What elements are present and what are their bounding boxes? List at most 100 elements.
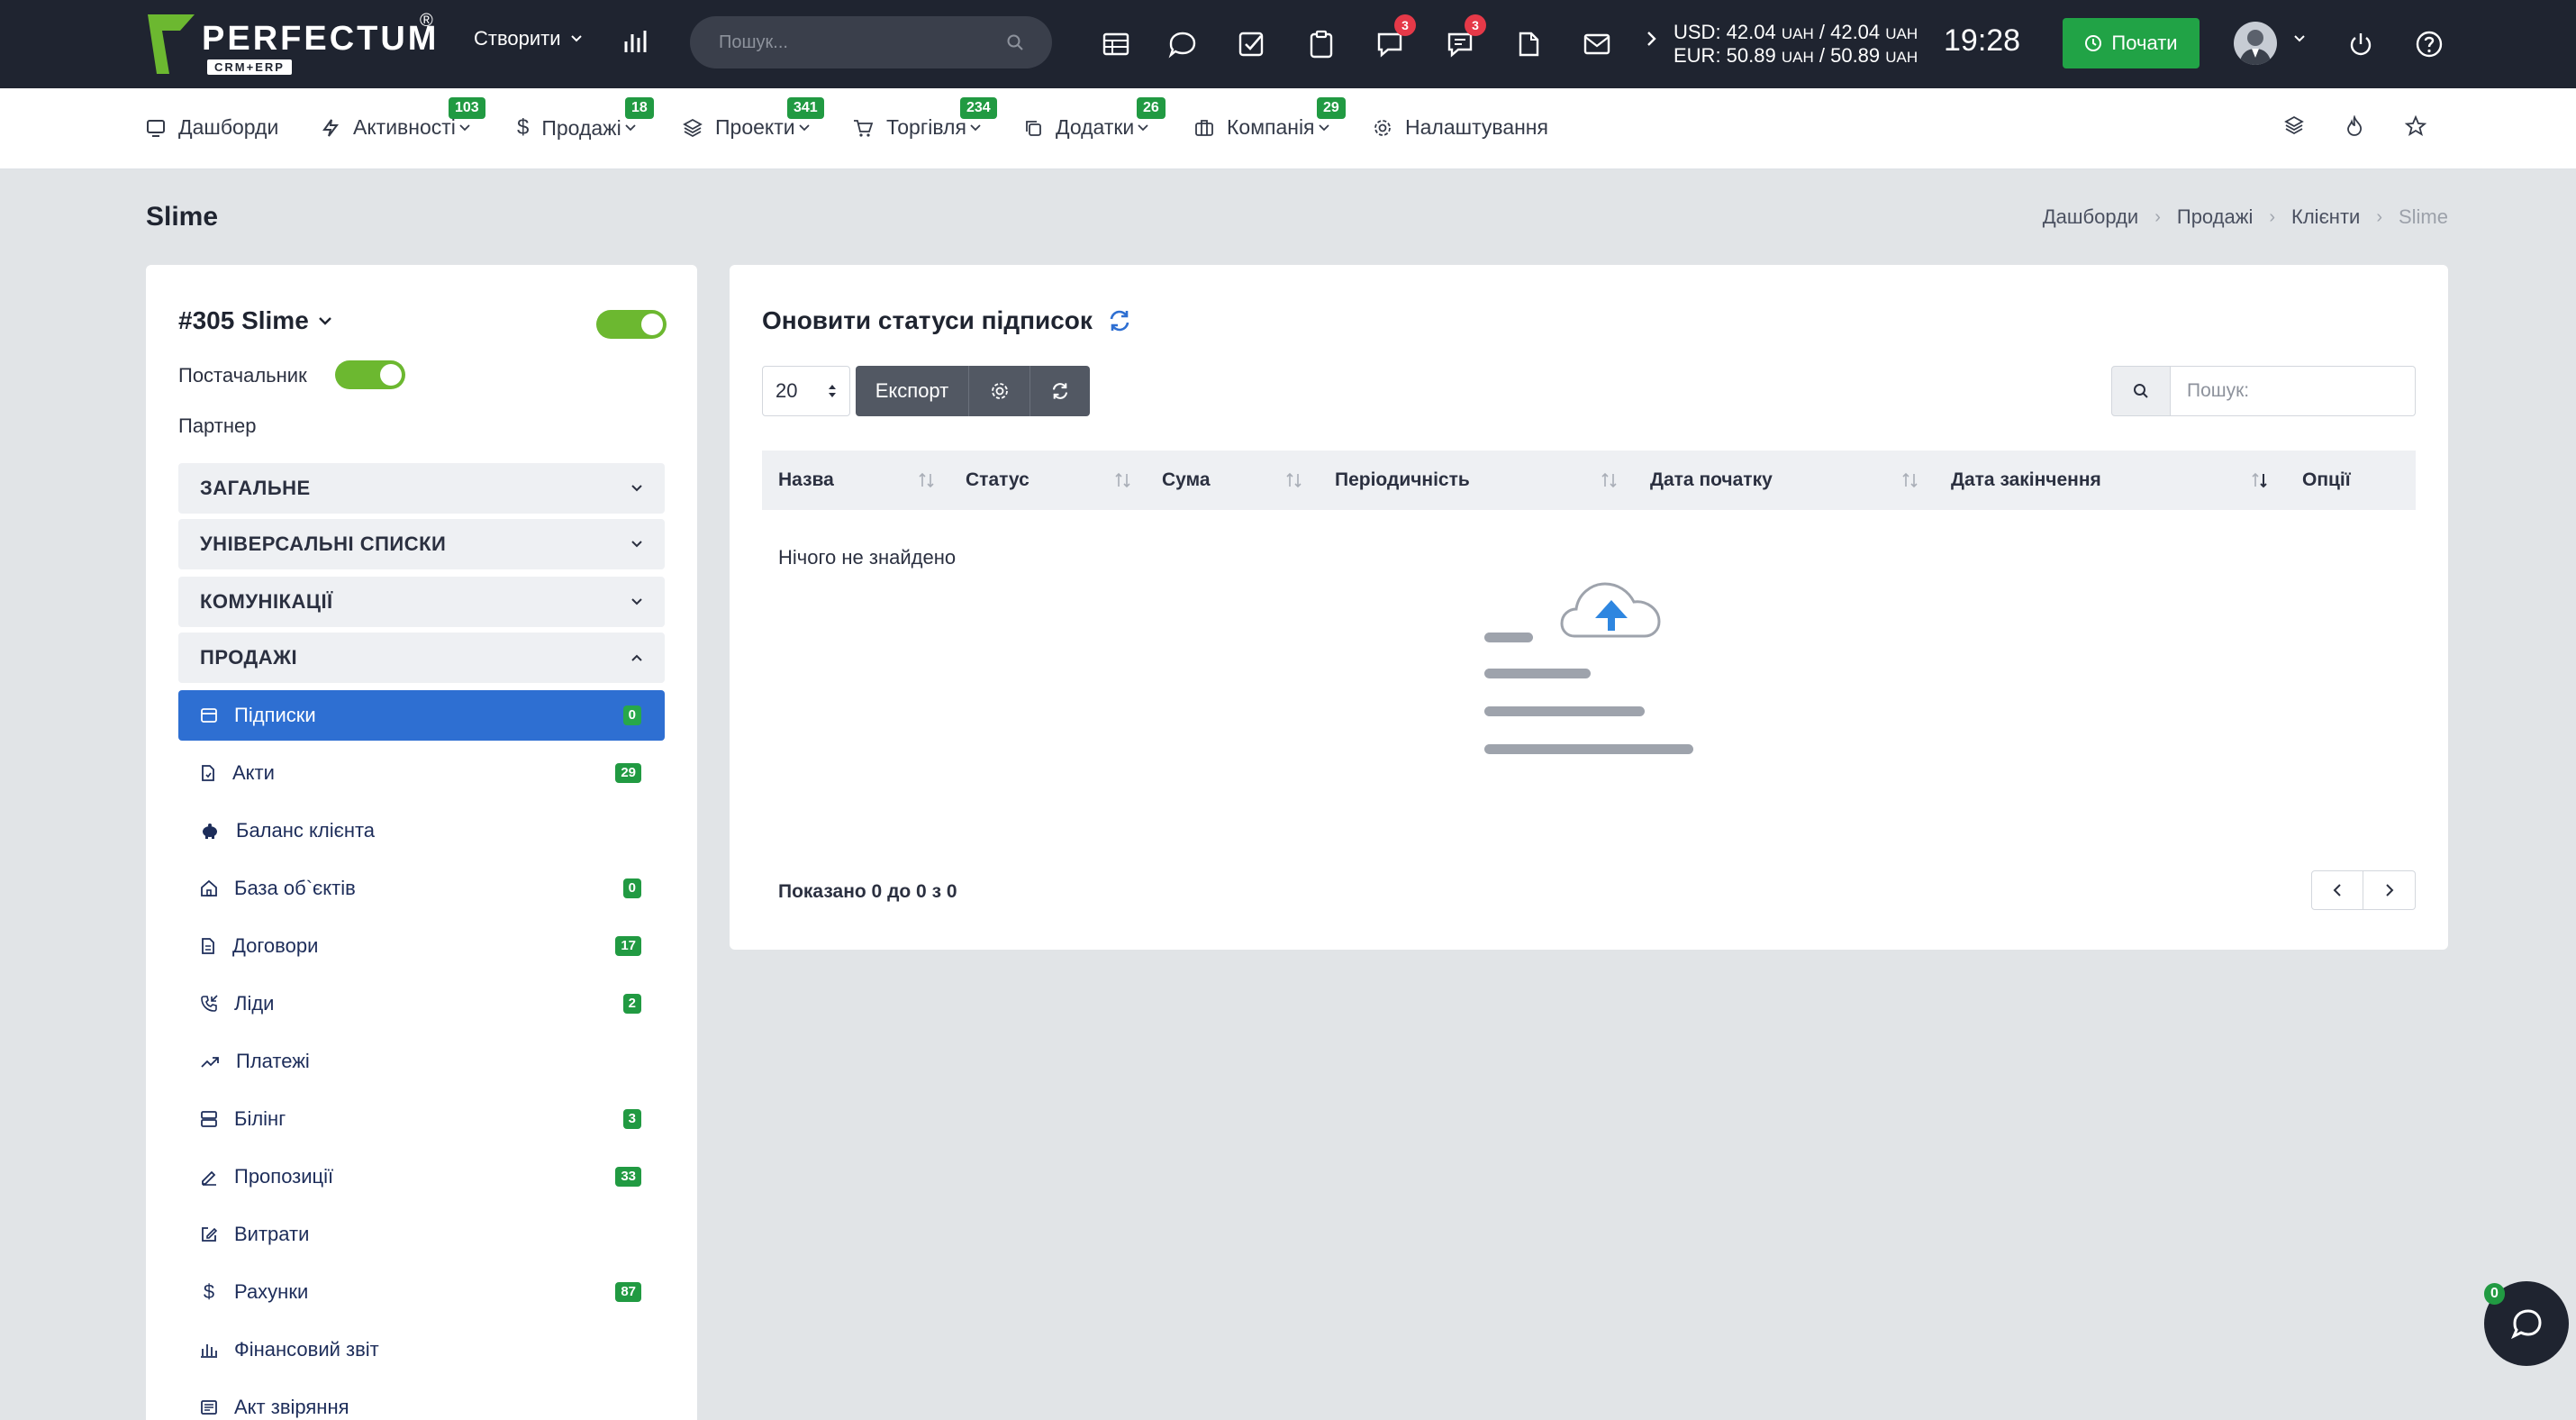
global-search-input[interactable]: Пошук... (690, 16, 1052, 68)
section-sales[interactable]: ПРОДАЖІ (178, 633, 665, 683)
chat-bubble-icon[interactable] (1166, 27, 1200, 61)
column-header-periodicity[interactable]: Періодичність (1335, 451, 1470, 510)
column-header-amount[interactable]: Сума (1162, 451, 1211, 510)
briefcase-icon (1195, 119, 1213, 136)
supplier-toggle[interactable] (335, 360, 405, 389)
nav-company[interactable]: Компанія 29 (1194, 97, 1346, 140)
dollar-icon: $ (203, 1280, 215, 1303)
column-header-end-date[interactable]: Дата закінчення (1951, 451, 2101, 510)
menu-reconciliation-act[interactable]: Акт звіряння (178, 1382, 665, 1420)
menu-financial-report[interactable]: Фінансовий звіт (178, 1324, 665, 1375)
fire-icon[interactable] (2345, 115, 2363, 137)
calendar-table-icon[interactable] (1099, 27, 1133, 61)
logo[interactable]: PERFECTUM CRM+ERP ® (144, 11, 441, 76)
menu-proposals[interactable]: Пропозиції 33 (178, 1151, 665, 1202)
nav-sales[interactable]: $ Продажі 18 (517, 97, 654, 141)
nav-label: Компанія (1227, 115, 1315, 139)
column-header-status[interactable]: Статус (966, 451, 1029, 510)
nav-label: Додатки (1056, 115, 1135, 139)
start-timer-button[interactable]: Почати (2063, 18, 2200, 68)
gear-icon (1374, 119, 1391, 136)
sort-icon[interactable] (1900, 470, 1920, 490)
page-size-select[interactable]: 20 (762, 366, 850, 416)
mail-icon[interactable] (1580, 27, 1614, 61)
panel-title-text[interactable]: Оновити статуси підписок (762, 306, 1093, 335)
chevron-down-icon (970, 123, 981, 131)
nav-projects[interactable]: Проекти 341 (683, 97, 824, 140)
menu-contracts[interactable]: Договори 17 (178, 921, 665, 971)
menu-label: Договори (232, 934, 319, 957)
nav-settings[interactable]: Налаштування (1373, 115, 1548, 140)
column-header-name[interactable]: Назва (778, 451, 834, 510)
star-icon[interactable] (2405, 115, 2426, 137)
menu-expenses[interactable]: Витрати (178, 1209, 665, 1260)
nav-label: Проекти (715, 115, 795, 139)
nav-trade[interactable]: Торгівля 234 (852, 97, 997, 140)
breadcrumb-item[interactable]: Дашборди (2043, 205, 2138, 229)
section-general[interactable]: ЗАГАЛЬНЕ (178, 463, 665, 514)
search-icon (1007, 34, 1023, 50)
menu-label: Витрати (234, 1223, 310, 1245)
avatar[interactable] (2234, 22, 2277, 65)
clipboard-icon[interactable] (1304, 27, 1338, 61)
chevron-down-icon[interactable] (2293, 34, 2306, 43)
menu-client-balance[interactable]: Баланс клієнта (178, 806, 665, 856)
create-menu-button[interactable]: Створити (474, 27, 583, 50)
column-header-start-date[interactable]: Дата початку (1650, 451, 1773, 510)
menu-payments[interactable]: Платежі (178, 1036, 665, 1087)
menu-label: Білінг (234, 1107, 286, 1130)
sort-icon[interactable] (917, 470, 937, 490)
nav-badge: 26 (1137, 97, 1166, 119)
prev-page-button[interactable] (2311, 870, 2363, 910)
client-active-toggle[interactable] (596, 310, 667, 339)
menu-billing[interactable]: Білінг 3 (178, 1094, 665, 1144)
menu-count: 33 (615, 1167, 641, 1187)
table-search-input[interactable]: Пошук: (2171, 366, 2416, 416)
table-reload-button[interactable] (1030, 366, 1090, 416)
chevron-down-icon (570, 35, 582, 42)
refresh-icon[interactable] (1107, 308, 1132, 333)
layers-toggle-icon[interactable] (2284, 115, 2304, 135)
power-icon[interactable] (2344, 27, 2378, 61)
next-page-button[interactable] (2363, 870, 2416, 910)
breadcrumb-item[interactable]: Клієнти (2291, 205, 2360, 229)
menu-invoices[interactable]: $ Рахунки 87 (178, 1267, 665, 1317)
chevron-right-icon[interactable] (1646, 31, 1657, 47)
notifications-chat-icon[interactable]: 3 (1373, 14, 1416, 61)
nav-dashboards[interactable]: Дашборди (146, 115, 278, 140)
menu-acts[interactable]: Акти 29 (178, 748, 665, 798)
client-name-dropdown[interactable]: #305 Slime (178, 306, 332, 335)
section-universal-lists[interactable]: УНІВЕРСАЛЬНІ СПИСКИ (178, 519, 665, 569)
breadcrumb-item[interactable]: Продажі (2177, 205, 2253, 229)
menu-leads[interactable]: Ліди 2 (178, 979, 665, 1029)
help-icon[interactable] (2412, 27, 2446, 61)
sort-desc-icon[interactable] (2250, 470, 2270, 490)
reports-chart-icon[interactable] (621, 27, 650, 56)
table-settings-button[interactable] (969, 366, 1030, 416)
section-communications[interactable]: КОМУНІКАЦІЇ (178, 577, 665, 627)
logo-mark-icon (148, 14, 195, 74)
export-button[interactable]: Експорт (856, 366, 969, 416)
client-sidebar: #305 Slime Постачальник Партнер ЗАГАЛЬНЕ… (146, 265, 697, 1420)
menu-label: Акт звіряння (234, 1396, 349, 1418)
menu-subscriptions[interactable]: Підписки 0 (178, 690, 665, 741)
breadcrumb-separator: › (2269, 206, 2276, 227)
pagination-info: Показано 0 до 0 з 0 (778, 881, 957, 902)
menu-objects-base[interactable]: База об`єктів 0 (178, 863, 665, 914)
messages-icon[interactable]: 3 (1443, 14, 1486, 61)
sort-icon[interactable] (1284, 470, 1304, 490)
nav-activities[interactable]: Активності 103 (321, 97, 485, 140)
currency-rates: USD: 42.04 UAH / 42.04 UAH EUR: 50.89 UA… (1673, 22, 1918, 68)
document-icon[interactable] (1511, 27, 1546, 61)
sort-icon[interactable] (1113, 470, 1133, 490)
logo-text: PERFECTUM (202, 20, 440, 58)
support-chat-button[interactable]: 0 (2484, 1281, 2569, 1366)
tasks-check-icon[interactable] (1234, 27, 1268, 61)
chat-badge: 0 (2484, 1283, 2505, 1305)
nav-badge: 234 (960, 97, 997, 119)
layers-icon (683, 118, 703, 137)
nav-addons[interactable]: Додатки 26 (1023, 97, 1166, 140)
file-icon (202, 765, 214, 781)
sort-icon[interactable] (1600, 470, 1619, 490)
menu-label: Платежі (236, 1050, 310, 1072)
